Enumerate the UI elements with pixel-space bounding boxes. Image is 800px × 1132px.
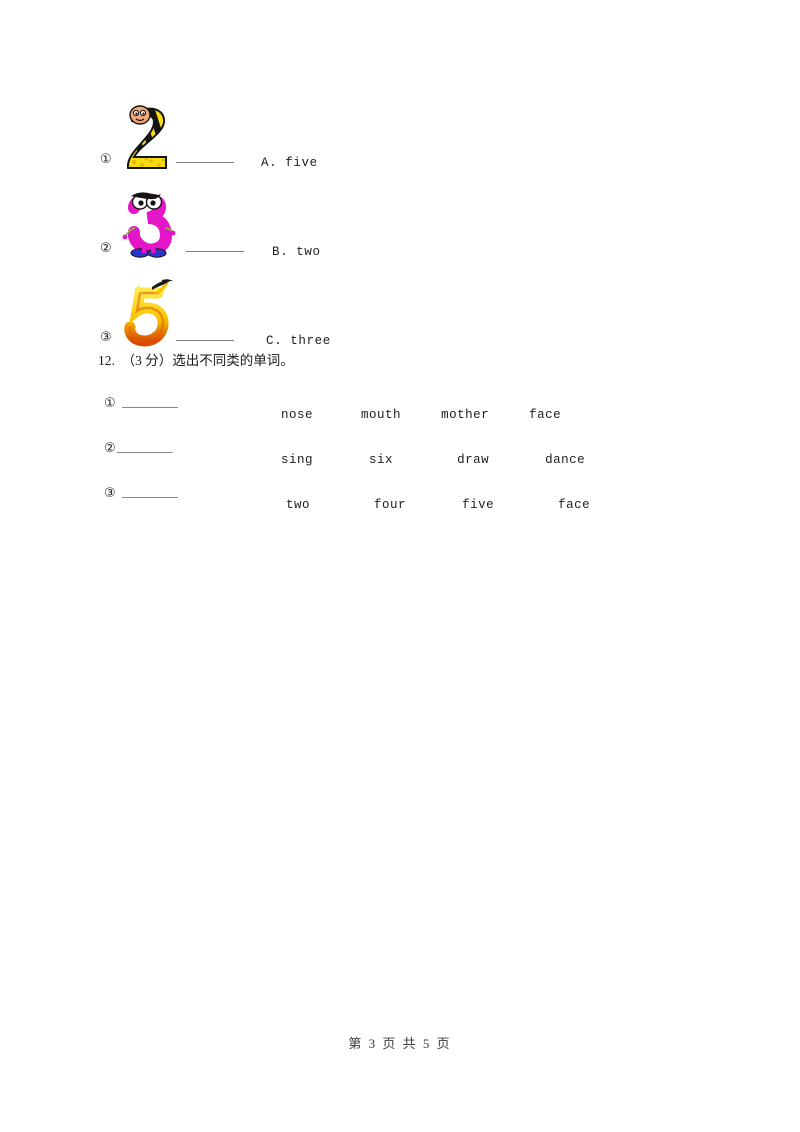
word-gap — [310, 498, 374, 512]
word-answer-blank-3[interactable] — [122, 496, 178, 498]
word-option[interactable]: face — [529, 408, 561, 422]
word-answer-blank-2[interactable] — [117, 451, 173, 453]
word-option[interactable]: six — [369, 453, 393, 467]
word-answer-blank-1[interactable] — [122, 406, 178, 408]
word-option[interactable]: face — [558, 498, 590, 512]
word-gap — [313, 453, 369, 467]
word-gap — [406, 498, 462, 512]
question-12: 12. （3 分）选出不同类的单词。 ① nose mouth mother f… — [98, 352, 758, 529]
word-gap — [494, 498, 558, 512]
word-options-1: nose mouth mother face — [201, 394, 561, 436]
word-option[interactable]: two — [286, 498, 310, 512]
choice-a[interactable]: A. five — [261, 156, 318, 170]
word-option[interactable]: nose — [281, 408, 313, 422]
matching-row: ② B. two — [100, 171, 520, 260]
choice-c[interactable]: C. three — [266, 334, 331, 348]
item-marker-3: ③ — [100, 329, 112, 344]
worksheet-page: ① A. five ② B. two ③ C. three 12. （3 分）选… — [0, 0, 800, 1132]
matching-exercise: ① A. five ② B. two ③ C. three — [100, 82, 520, 349]
word-gap — [489, 453, 545, 467]
word-row: ③ two four five face — [98, 484, 758, 529]
word-option[interactable]: mouth — [361, 408, 401, 422]
answer-blank-2[interactable] — [186, 251, 244, 252]
answer-blank-1[interactable] — [176, 162, 234, 163]
word-gap — [401, 408, 441, 422]
item-marker-1: ① — [100, 151, 112, 166]
question-12-heading: 12. （3 分）选出不同类的单词。 — [98, 353, 294, 368]
question-12-rows: ① nose mouth mother face ② sing six draw… — [98, 394, 758, 529]
word-options-2: sing six draw dance — [201, 439, 585, 481]
word-gap — [489, 408, 529, 422]
word-option[interactable]: mother — [441, 408, 489, 422]
word-option[interactable]: five — [462, 498, 494, 512]
word-options-3: two four five face — [206, 484, 590, 526]
word-option[interactable]: dance — [545, 453, 585, 467]
cartoon-number-five-image — [118, 277, 176, 349]
word-row: ② sing six draw dance — [98, 439, 758, 484]
word-option[interactable]: four — [374, 498, 406, 512]
page-footer: 第 3 页 共 5 页 — [348, 1036, 452, 1051]
word-gap — [393, 453, 457, 467]
word-option[interactable]: draw — [457, 453, 489, 467]
item-marker-2: ② — [100, 240, 112, 255]
word-row: ① nose mouth mother face — [98, 394, 758, 439]
choice-b[interactable]: B. two — [272, 245, 321, 259]
matching-row: ③ C. three — [100, 260, 520, 349]
word-option[interactable]: sing — [281, 453, 313, 467]
matching-row: ① A. five — [100, 82, 520, 171]
cartoon-number-two-image — [118, 99, 176, 171]
word-gap — [313, 408, 361, 422]
word-row-marker-1: ① — [104, 394, 116, 410]
word-row-marker-3: ③ — [104, 484, 116, 500]
cartoon-number-three-image — [118, 188, 176, 260]
answer-blank-3[interactable] — [176, 340, 234, 341]
word-row-marker-2: ② — [104, 439, 116, 455]
